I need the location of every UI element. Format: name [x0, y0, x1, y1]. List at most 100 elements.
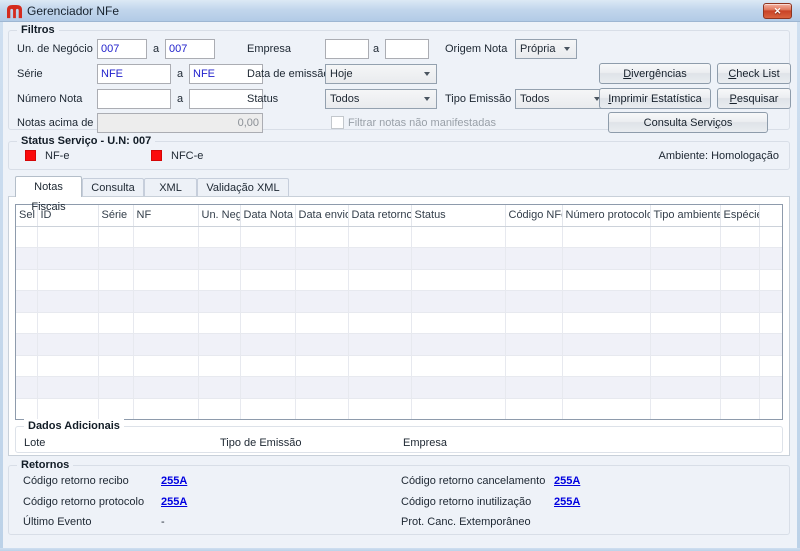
table-row[interactable] [16, 312, 782, 334]
pesquisar-button[interactable]: Pesquisar [717, 88, 791, 109]
codigo-retorno-cancelamento-label: Código retorno cancelamento [401, 475, 546, 487]
column-header[interactable]: Data retorno [348, 205, 412, 227]
codigo-retorno-cancelamento-link[interactable]: 255A [554, 473, 580, 489]
table-row[interactable] [16, 398, 782, 419]
table-cell [133, 355, 199, 377]
empresa-to-input[interactable] [385, 39, 429, 59]
status-servico-group: Status Serviço - U.N: 007 NF-e NFC-e Amb… [8, 134, 790, 170]
table-cell [16, 355, 38, 377]
numero-nota-from-input[interactable] [97, 89, 171, 109]
column-header[interactable]: Status [411, 205, 506, 227]
codigo-retorno-recibo-link[interactable]: 255A [161, 473, 187, 489]
tab-notas-fiscais[interactable]: Notas Fiscais [15, 176, 82, 213]
table-cell [133, 312, 199, 334]
column-header[interactable]: Data envio [295, 205, 349, 227]
codigo-retorno-inutilizacao-link[interactable]: 255A [554, 494, 580, 510]
table-cell [562, 398, 651, 419]
origem-nota-select[interactable]: Própria [515, 39, 577, 59]
table-cell [720, 226, 760, 248]
serie-from-input[interactable] [97, 64, 171, 84]
empresa-from-input[interactable] [325, 39, 369, 59]
table-cell [133, 376, 199, 399]
status-servico-legend: Status Serviço - U.N: 007 [17, 134, 156, 148]
table-cell [720, 312, 760, 334]
numero-nota-label: Número Nota [17, 93, 83, 105]
table-cell [98, 376, 134, 399]
origem-nota-label: Origem Nota [445, 43, 508, 55]
retornos-legend: Retornos [17, 458, 74, 472]
column-header[interactable]: Espécie [720, 205, 760, 227]
column-header[interactable]: Código NFe [505, 205, 563, 227]
table-row[interactable] [16, 247, 782, 270]
table-cell [562, 226, 651, 248]
filtros-group: Filtros Un. de Negócio a Empresa a Orige… [8, 23, 791, 133]
table-cell [348, 398, 412, 419]
table-cell [562, 312, 651, 334]
table-cell [198, 398, 241, 419]
table-cell [16, 333, 38, 356]
table-cell [198, 226, 241, 248]
notas-fiscais-panel: SelIDSérieNFUn. Neg.Data NotaData envioD… [8, 196, 790, 456]
table-cell [562, 290, 651, 313]
table-cell [37, 333, 99, 356]
table-cell [240, 376, 296, 399]
window-title: Gerenciador NFe [27, 4, 120, 18]
column-header[interactable]: NF [133, 205, 199, 227]
table-row[interactable] [16, 290, 782, 313]
codigo-retorno-protocolo-link[interactable]: 255A [161, 494, 187, 510]
table-cell [562, 355, 651, 377]
table-row[interactable] [16, 376, 782, 399]
un-negocio-to-input[interactable] [165, 39, 215, 59]
table-row[interactable] [16, 226, 782, 248]
data-emissao-select[interactable]: Hoje [325, 64, 437, 84]
table-cell [198, 376, 241, 399]
table-row[interactable] [16, 355, 782, 377]
table-cell [650, 398, 721, 419]
table-cell [240, 312, 296, 334]
table-cell [295, 247, 349, 270]
table-cell [295, 376, 349, 399]
tab-xml[interactable]: XML [144, 178, 197, 197]
un-negocio-from-input[interactable] [97, 39, 147, 59]
status-select[interactable]: Todos [325, 89, 437, 109]
table-cell [411, 269, 506, 291]
column-header[interactable]: Un. Neg. [198, 205, 241, 227]
notas-acima-input [97, 113, 263, 133]
table-cell [411, 290, 506, 313]
tab-consulta-nfe[interactable]: Consulta NFe [82, 178, 144, 212]
tab-validacao-xml[interactable]: Validação XML [197, 178, 289, 197]
table-cell [37, 269, 99, 291]
table-row[interactable] [16, 333, 782, 356]
ultimo-evento-label: Último Evento [23, 516, 92, 528]
divergencias-button[interactable]: Divergências [599, 63, 711, 84]
table-row[interactable] [16, 269, 782, 291]
range-sep: a [152, 43, 160, 55]
table-cell [133, 226, 199, 248]
column-header[interactable]: Tipo ambiente [650, 205, 721, 227]
table-cell [505, 376, 563, 399]
column-header[interactable]: Série [98, 205, 134, 227]
table-cell [295, 398, 349, 419]
table-cell [295, 355, 349, 377]
consulta-servicos-button[interactable]: Consulta Serviços [608, 112, 768, 133]
table-cell [720, 290, 760, 313]
column-header[interactable]: Data Nota [240, 205, 296, 227]
grid-header: SelIDSérieNFUn. Neg.Data NotaData envioD… [16, 205, 782, 227]
tipo-emissao-select[interactable]: Todos [515, 89, 607, 109]
imprimir-estatistica-button[interactable]: Imprimir Estatística [599, 88, 711, 109]
table-cell [650, 312, 721, 334]
column-header[interactable]: Número protocolo [562, 205, 651, 227]
close-button[interactable]: ✕ [763, 3, 792, 19]
table-cell [650, 247, 721, 270]
nfe-label: NF-e [45, 150, 70, 162]
table-cell [505, 269, 563, 291]
table-cell [348, 247, 412, 270]
filtrar-manifestadas-label: Filtrar notas não manifestadas [348, 117, 496, 129]
titlebar: Gerenciador NFe ✕ [0, 0, 800, 22]
table-cell [411, 333, 506, 356]
table-cell [98, 398, 134, 419]
app-icon [7, 4, 22, 19]
check-list-button[interactable]: Check List [717, 63, 791, 84]
column-header[interactable] [759, 205, 782, 227]
chevron-down-icon [424, 72, 430, 76]
